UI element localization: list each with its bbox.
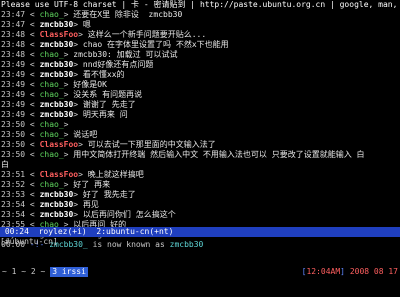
nick[interactable]: zmcbb30 [40,110,74,119]
message-line: 23:48 < chao_> zmcbb30: 加载过 可以试试 [1,50,178,59]
timestamp: 23:53 [1,190,26,199]
message-text: 好像是OK [73,80,107,89]
timestamp: 23:48 [1,30,26,39]
message-text: 还要在X里 除非设 zmcbb30 [73,10,183,19]
timestamp: 23:51 [1,170,26,179]
nick[interactable]: zmcbb30 [40,210,74,219]
message-line: 23:48 < ClassFoo> 这样么一个新手问题要开贴么... [1,30,207,39]
message-line: 白 [0,160,400,170]
message-line: 23:50 < chao_> 说话吧 [1,130,98,139]
timestamp: 23:48 [1,50,26,59]
status-window: 2:ubuntu-cn(+nt) [96,227,174,236]
timestamp: 23:50 [1,150,26,159]
nick[interactable]: zmcbb30 [40,70,74,79]
message-line: 23:54 < zmcbb30> 以后再问你们 怎么搞这个 [1,210,176,219]
screen-window-bar: ~ 1 ~ 2 ~ 3 irssi [12:04AM] 2008 08 17 [0,267,400,277]
nick[interactable]: zmcbb30 [40,100,74,109]
message-line: 23:49 < zmcbb30> 谢谢了 先走了 [1,100,136,109]
timestamp: 23:50 [1,120,26,129]
message-line: 23:52 < chao_> 好了 再来 [1,180,111,189]
message-line: 23:49 < zmcbb30> 看不懂xx的 [1,70,125,79]
command-input[interactable]: [#ubuntu-cn] [0,237,400,247]
nick[interactable]: zmcbb30 [40,200,74,209]
timestamp: 23:49 [1,90,26,99]
nick[interactable]: chao_ [40,150,64,159]
message-text: 可以去试一下那里面的中文输入法了 [87,140,216,149]
message-text: 说话吧 [73,130,98,139]
window-list[interactable]: ~ 1 ~ 2 ~ 3 irssi [2,267,88,277]
nick[interactable]: ClassFoo [40,30,79,39]
timestamp: 23:49 [1,60,26,69]
nick[interactable]: ClassFoo [40,170,79,179]
message-line: 23:48 < zmcbb30> chao 在字体里设置了吗 不然x下也能用 [1,40,229,49]
message-line: 23:51 < ClassFoo> 晚上就这样搞吧 [1,170,144,179]
active-window-tab[interactable]: 3 irssi [50,267,88,277]
message-text: 这样么一个新手问题要开贴么... [87,30,207,39]
message-text: 谢谢了 先走了 [82,100,136,109]
timestamp: 23:52 [1,180,26,189]
message-text: 嗯 [82,20,91,29]
status-bar: 00:24 roylez(+i) 2:ubuntu-cn(+nt) [0,227,400,237]
message-text: zmcbb30: 加载过 可以试试 [73,50,178,59]
message-line: 23:53 < zmcbb30> 好了 我先走了 [1,190,136,199]
nick[interactable]: zmcbb30 [40,20,74,29]
message-text: 白 [1,160,9,169]
message-text: nnd好像还有点问题 [82,60,154,69]
clock-date: 2008 08 17 [349,267,398,276]
message-text: 好了 我先走了 [82,190,136,199]
nick[interactable]: ClassFoo [40,140,79,149]
message-line: 23:47 < zmcbb30> 嗯 [1,20,91,29]
message-line: 23:49 < chao_> 好像是OK [1,80,107,89]
nick[interactable]: zmcbb30 [40,60,74,69]
message-line: 23:49 < chao_> 没关系 有问题再说 [1,90,143,99]
timestamp: 23:54 [1,210,26,219]
timestamp: 23:49 [1,100,26,109]
nick[interactable]: chao_ [40,120,64,129]
status-time: 00:24 [4,227,29,236]
nick[interactable]: zmcbb30 [40,190,74,199]
timestamp: 23:47 [1,10,26,19]
message-text: 用中文简体打开终端 然后输入中文 不用输入法也可以 只要改了设置就能输入 白 [73,150,365,159]
message-text: 明天再来 问 [82,110,128,119]
message-text: 晚上就这样搞吧 [87,170,144,179]
message-log: 23:47 < chao_> 还要在X里 除非设 zmcbb30 23:47 < … [0,10,400,230]
nick[interactable]: chao_ [40,90,64,99]
timestamp: 23:49 [1,80,26,89]
timestamp: 23:47 [1,20,26,29]
channel-topic: Please use UTF-8 charset | 卡 - 密请贴到 | ht… [1,0,400,9]
timestamp: 23:50 [1,140,26,149]
message-text: 以后再问你们 怎么搞这个 [82,210,176,219]
nick[interactable]: chao_ [40,80,64,89]
clock: [12:04AM] 2008 08 17 [301,267,398,276]
nick[interactable]: chao_ [40,130,64,139]
timestamp: 23:54 [1,200,26,209]
timestamp: 23:50 [1,130,26,139]
clock-time: 12:04AM [306,267,341,276]
status-nick: roylez(+i) [38,227,87,236]
message-text: 好了 再来 [73,180,111,189]
message-line: 23:50 < ClassFoo> 可以去试一下那里面的中文输入法了 [1,140,216,149]
message-text: 再见 [82,200,99,209]
nick[interactable]: chao_ [40,180,64,189]
message-line: 23:47 < chao_> 还要在X里 除非设 zmcbb30 [1,10,183,19]
timestamp: 23:49 [1,110,26,119]
window-numbers[interactable]: ~ 1 ~ 2 ~ [2,267,45,276]
message-text: chao 在字体里设置了吗 不然x下也能用 [82,40,229,49]
message-text: 没关系 有问题再说 [73,90,143,99]
message-line: 23:50 < chao_> 用中文简体打开终端 然后输入中文 不用输入法也可以… [1,150,365,159]
timestamp: 23:48 [1,40,26,49]
nick[interactable]: chao_ [40,10,64,19]
nick[interactable]: chao_ [40,50,64,59]
message-line: 23:54 < zmcbb30> 再见 [1,200,99,209]
message-text: 看不懂xx的 [82,70,125,79]
nick[interactable]: zmcbb30 [40,40,74,49]
message-line: 23:50 < chao_> [1,120,74,129]
timestamp: 23:49 [1,70,26,79]
message-line: 23:49 < zmcbb30> 明天再来 问 [1,110,128,119]
message-line: 23:49 < zmcbb30> nnd好像还有点问题 [1,60,154,69]
